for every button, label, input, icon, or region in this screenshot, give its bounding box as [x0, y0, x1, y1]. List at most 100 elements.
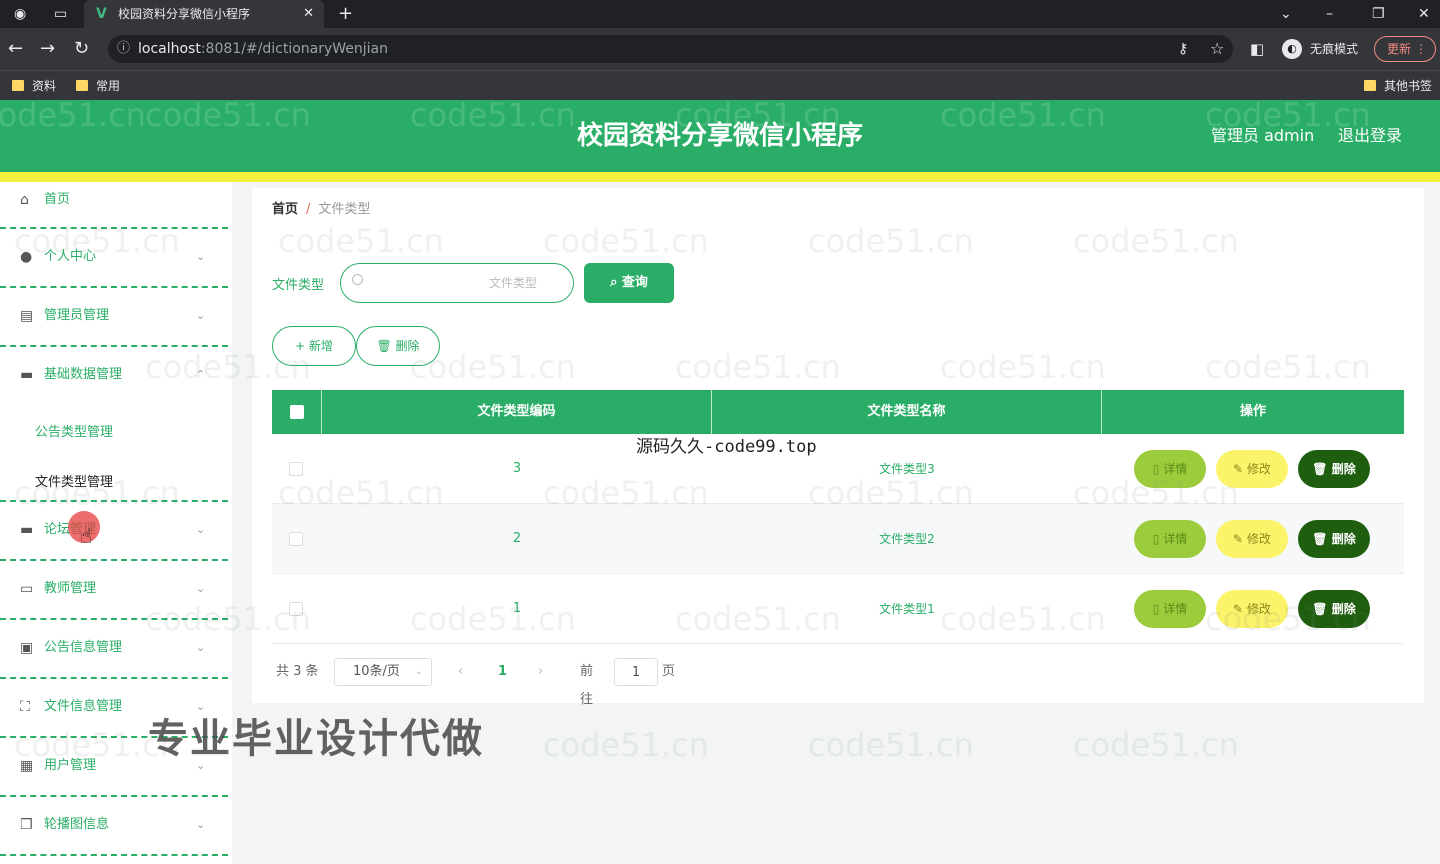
- delete-button[interactable]: 🗑 删除: [1298, 450, 1370, 488]
- add-button[interactable]: + 新增: [272, 326, 356, 366]
- row-checkbox[interactable]: [289, 532, 303, 546]
- sidebar-item-home[interactable]: ⌂ 首页: [0, 182, 228, 229]
- watermark: code51.cn: [543, 726, 709, 764]
- frame-icon: ⛶: [20, 699, 30, 715]
- browser-tab[interactable]: V 校园资料分享微信小程序 ✕: [84, 0, 324, 28]
- chevron-up-icon: ⌃: [196, 368, 206, 381]
- site-info-icon[interactable]: ⓘ: [117, 35, 130, 63]
- update-button[interactable]: 更新 ⋮: [1374, 36, 1436, 62]
- main-content: 首页 / 文件类型 文件类型 ⌕ 查询 + 新增 🗑 删除 文件类型编码 文件类型名…: [252, 188, 1424, 707]
- sidebar-item-admin[interactable]: ▤ 管理员管理 ⌄: [0, 288, 228, 347]
- chevron-down-icon: ⌄: [196, 309, 206, 322]
- forward-icon[interactable]: →: [40, 28, 55, 70]
- page-number[interactable]: 1: [498, 658, 507, 686]
- tab-title: 校园资料分享微信小程序: [118, 7, 251, 21]
- chevron-down-icon: ⌄: [196, 582, 206, 595]
- tab-search-icon[interactable]: ⌄: [1280, 0, 1292, 28]
- restore-icon[interactable]: ❐: [1372, 0, 1385, 28]
- submenu-file-type[interactable]: 文件类型管理: [35, 471, 113, 490]
- folder-icon: [1364, 80, 1376, 91]
- incognito-icon: ◐: [1282, 39, 1302, 59]
- sidebar-item-profile[interactable]: ● 个人中心 ⌄: [0, 229, 228, 288]
- query-button-label: 查询: [621, 275, 648, 290]
- window-icon[interactable]: ▭: [54, 0, 67, 28]
- chevron-down-icon: ⌄: [196, 641, 206, 654]
- bookmark-folder[interactable]: 常用: [74, 71, 120, 101]
- update-label: 更新: [1387, 42, 1412, 56]
- source-watermark-text: 源码久久-code99.top: [636, 437, 817, 457]
- user-icon: ●: [20, 249, 33, 265]
- cell-code: 2: [512, 531, 522, 546]
- new-tab-icon[interactable]: +: [338, 0, 353, 28]
- menu-dots-icon: ⋮: [1415, 42, 1427, 56]
- detail-button[interactable]: ▯ 详情: [1134, 590, 1206, 628]
- reload-icon[interactable]: ↻: [74, 28, 89, 70]
- edit-button[interactable]: ✎ 修改: [1216, 590, 1288, 628]
- edit-button[interactable]: ✎ 修改: [1216, 520, 1288, 558]
- browser-tab-bar: ◉ ▭ V 校园资料分享微信小程序 ✕ + ⌄ – ❐ ✕: [0, 0, 1440, 28]
- back-icon[interactable]: ←: [8, 28, 23, 70]
- detail-button[interactable]: ▯ 详情: [1134, 450, 1206, 488]
- page-size-select[interactable]: 10条/页 ⌄: [334, 658, 432, 686]
- sidebar-item-label: 用户管理: [44, 758, 97, 773]
- chat-icon: ▬: [20, 367, 34, 383]
- detail-button[interactable]: ▯ 详情: [1134, 520, 1206, 558]
- sidebar-item-notice[interactable]: ▣ 公告信息管理 ⌄: [0, 620, 228, 679]
- star-icon[interactable]: ☆: [1210, 28, 1224, 70]
- next-page-icon[interactable]: ›: [538, 658, 543, 686]
- query-button[interactable]: ⌕ 查询: [584, 263, 674, 303]
- chevron-down-icon: ⌄: [196, 523, 206, 536]
- edit-label: 修改: [1246, 462, 1271, 476]
- sidebar-item-basic-data[interactable]: ▬ 基础数据管理 ⌃: [0, 347, 228, 403]
- delete-label: 删除: [1331, 462, 1356, 476]
- sidebar-item-carousel[interactable]: ❒ 轮播图信息 ⌄: [0, 797, 228, 856]
- incognito-indicator[interactable]: ◐ 无痕模式: [1282, 37, 1358, 61]
- sidebar-item-label: 首页: [44, 192, 71, 207]
- detail-label: 详情: [1163, 532, 1188, 546]
- document-icon: ▯: [1152, 602, 1164, 616]
- batch-delete-button[interactable]: 🗑 删除: [356, 326, 440, 366]
- key-icon[interactable]: ⚷: [1178, 28, 1188, 70]
- trash-icon: 🗑: [376, 339, 392, 353]
- logout-link[interactable]: 退出登录: [1338, 100, 1402, 172]
- column-header-name[interactable]: 文件类型名称: [712, 390, 1102, 434]
- edit-button[interactable]: ✎ 修改: [1216, 450, 1288, 488]
- delete-label: 删除: [1331, 532, 1356, 546]
- document-icon: ▯: [1152, 532, 1164, 546]
- close-window-icon[interactable]: ✕: [1418, 0, 1430, 28]
- edit-label: 修改: [1246, 602, 1271, 616]
- delete-button[interactable]: 🗑 删除: [1298, 590, 1370, 628]
- prev-page-icon[interactable]: ‹: [458, 658, 463, 686]
- select-all-checkbox[interactable]: [290, 405, 304, 419]
- other-bookmarks-label: 其他书签: [1384, 79, 1433, 93]
- delete-button[interactable]: 🗑 删除: [1298, 520, 1370, 558]
- submenu-notice-type[interactable]: 公告类型管理: [35, 421, 113, 440]
- table-row: 3 文件类型3 ▯ 详情 ✎ 修改 🗑 删除: [272, 434, 1404, 504]
- sidepanel-icon[interactable]: ◧: [1250, 28, 1264, 70]
- browser-logo-icon[interactable]: ◉: [14, 0, 26, 28]
- row-checkbox[interactable]: [289, 462, 303, 476]
- other-bookmarks[interactable]: 其他书签: [1362, 71, 1432, 101]
- goto-page-input[interactable]: [614, 658, 658, 686]
- sidebar-item-forum[interactable]: ▬ 论坛管理 ⌄: [0, 502, 228, 561]
- sidebar-item-label: 轮播图信息: [44, 817, 110, 832]
- tab-close-icon[interactable]: ✕: [303, 0, 314, 28]
- copy-icon: ❒: [20, 817, 33, 833]
- sidebar-item-teacher[interactable]: ▭ 教师管理 ⌄: [0, 561, 228, 620]
- row-checkbox[interactable]: [289, 602, 303, 616]
- document-icon: ▯: [1152, 462, 1164, 476]
- cell-name: 文件类型2: [879, 532, 935, 546]
- minimize-icon[interactable]: –: [1326, 0, 1333, 28]
- page-unit-label: 页: [662, 664, 676, 679]
- chevron-down-icon: ⌄: [196, 818, 206, 831]
- sidebar-item-label: 文件信息管理: [44, 699, 123, 714]
- cell-name: 文件类型1: [879, 602, 935, 616]
- search-input[interactable]: [340, 263, 574, 303]
- column-header-code[interactable]: 文件类型编码: [322, 390, 712, 434]
- chat-icon: ▬: [20, 522, 34, 538]
- bookmark-folder[interactable]: 资料: [10, 71, 56, 101]
- url-field[interactable]: ⓘ localhost:8081/#/dictionaryWenjian: [108, 35, 1233, 63]
- delete-label: 删除: [1331, 602, 1356, 616]
- breadcrumb-home[interactable]: 首页: [272, 202, 298, 217]
- pointer-cursor-icon: ☝: [80, 524, 93, 548]
